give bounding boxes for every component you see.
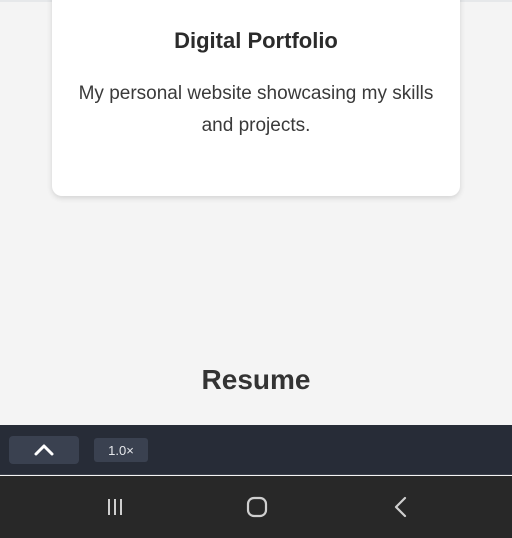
project-description: My personal website showcasing my skills… xyxy=(78,83,434,136)
recent-apps-icon xyxy=(108,499,122,515)
home-icon xyxy=(246,496,268,518)
back-button[interactable] xyxy=(386,494,416,520)
playback-toolbar: 1.0× xyxy=(0,425,512,475)
collapse-button[interactable] xyxy=(9,436,79,464)
app-screen: Digital Portfolio My personal website sh… xyxy=(0,0,512,538)
project-title: Digital Portfolio xyxy=(174,28,338,53)
playback-speed-button[interactable]: 1.0× xyxy=(94,438,148,462)
recent-apps-button[interactable] xyxy=(100,494,130,520)
system-navigation-bar xyxy=(0,476,512,538)
home-button[interactable] xyxy=(242,494,272,520)
chevron-up-icon xyxy=(34,444,54,456)
back-icon xyxy=(394,496,407,518)
project-card[interactable]: Digital Portfolio My personal website sh… xyxy=(52,0,460,196)
resume-heading: Resume xyxy=(201,364,311,395)
